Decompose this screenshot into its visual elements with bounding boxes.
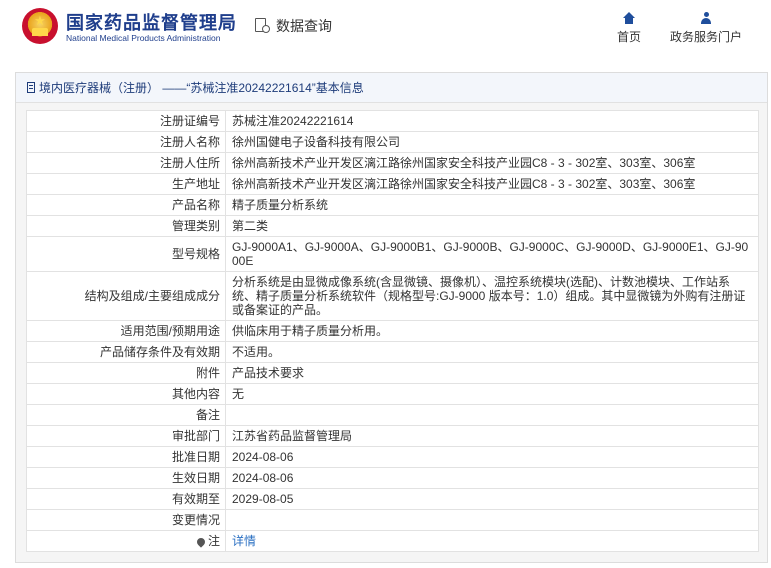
table-row: 变更情况 — [26, 509, 759, 531]
field-label: 注册人住所 — [26, 152, 226, 174]
info-table: 注册证编号 苏械注准20242221614 注册人名称 徐州国健电子设备科技有限公司注… — [26, 110, 759, 552]
table-row: 产品名称 精子质量分析系统 — [26, 194, 759, 216]
field-label: 型号规格 — [26, 236, 226, 272]
table-row: 审批部门 江苏省药品监督管理局 — [26, 425, 759, 447]
nav-home-label: 首页 — [617, 30, 642, 44]
field-value: 苏械注准20242221614 — [225, 110, 759, 132]
table-row: 备注 — [26, 404, 759, 426]
table-row: 其他内容无 — [26, 383, 759, 405]
field-value: 产品技术要求 — [225, 362, 759, 384]
field-value: GJ-9000A1、GJ-9000A、GJ-9000B1、GJ-9000B、GJ… — [225, 236, 759, 272]
field-value-note: 详情 — [225, 530, 759, 552]
field-label-note: 注 — [26, 530, 226, 552]
note-label: 注 — [207, 534, 220, 548]
table-row: 注册证编号 苏械注准20242221614 — [26, 110, 759, 132]
field-label: 注册证编号 — [26, 110, 226, 132]
nav-portal-label: 政务服务门户 — [670, 30, 743, 44]
field-label: 生产地址 — [26, 173, 226, 195]
document-icon — [27, 81, 37, 94]
detail-panel: 境内医疗器械（注册） ——“苏械注准20242221614”基本信息 注册证编号… — [15, 72, 768, 563]
pin-icon — [195, 536, 207, 548]
field-label: 产品储存条件及有效期 — [26, 341, 226, 363]
field-label: 变更情况 — [26, 509, 226, 531]
field-value: 供临床用于精子质量分析用。 — [225, 320, 759, 342]
field-value: 精子质量分析系统 — [225, 194, 759, 216]
field-label: 附件 — [26, 362, 226, 384]
nav-service-portal[interactable]: 政务服务门户 — [670, 12, 742, 45]
nav-home[interactable]: 首页 — [617, 12, 641, 45]
field-label: 注册人名称 — [26, 131, 226, 153]
data-query-link[interactable]: 数据查询 — [254, 16, 332, 36]
table-row: 管理类别 第二类 — [26, 215, 759, 237]
table-row: 型号规格 GJ-9000A1、GJ-9000A、GJ-9000B1、GJ-9000… — [26, 236, 759, 272]
home-icon — [623, 12, 635, 24]
national-emblem-logo: ★ — [22, 8, 58, 44]
field-label: 备注 — [26, 404, 226, 426]
table-row: 适用范围/预期用途 供临床用于精子质量分析用。 — [26, 320, 759, 342]
site-subtitle: National Medical Products Administration — [66, 33, 221, 43]
table-row: 产品储存条件及有效期 不适用。 — [26, 341, 759, 363]
field-value: 徐州国健电子设备科技有限公司 — [225, 131, 759, 153]
field-value — [225, 404, 759, 426]
field-label: 管理类别 — [26, 215, 226, 237]
table-row: 有效期至 2029-08-05 — [26, 488, 759, 510]
field-label: 审批部门 — [26, 425, 226, 447]
panel-title-text: 境内医疗器械（注册） ——“苏械注准20242221614”基本信息 — [39, 80, 364, 95]
table-row: 生效日期 2024-08-06 — [26, 467, 759, 489]
detail-link[interactable]: 详情 — [232, 534, 256, 548]
field-value: 2024-08-06 — [225, 446, 759, 468]
field-value: 无 — [225, 383, 759, 405]
field-label: 其他内容 — [26, 383, 226, 405]
field-value: 2024-08-06 — [225, 467, 759, 489]
user-icon — [700, 12, 712, 24]
field-label: 有效期至 — [26, 488, 226, 510]
field-value: 2029-08-05 — [225, 488, 759, 510]
site-header: ★ 国家药品监督管理局 National Medical Products Ad… — [0, 0, 771, 60]
table-row: 注册人住所 徐州高新技术产业开发区漓江路徐州国家安全科技产业园C8 - 3 - 3… — [26, 152, 759, 174]
data-query-label: 数据查询 — [276, 18, 332, 34]
field-value: 分析系统是由显微成像系统(含显微镜、摄像机）、温控系统模块(选配)、计数池模块、… — [225, 271, 759, 321]
field-value: 江苏省药品监督管理局 — [225, 425, 759, 447]
field-value: 不适用。 — [225, 341, 759, 363]
table-row: 批准日期 2024-08-06 — [26, 446, 759, 468]
table-row: 附件 产品技术要求 — [26, 362, 759, 384]
star-icon: ★ — [34, 13, 46, 28]
search-document-icon — [254, 17, 272, 35]
field-label: 批准日期 — [26, 446, 226, 468]
table-row: 生产地址 徐州高新技术产业开发区漓江路徐州国家安全科技产业园C8 - 3 - 30… — [26, 173, 759, 195]
field-value: 徐州高新技术产业开发区漓江路徐州国家安全科技产业园C8 - 3 - 302室、3… — [225, 173, 759, 195]
table-row: 注册人名称 徐州国健电子设备科技有限公司 — [26, 131, 759, 153]
field-label: 结构及组成/主要组成成分 — [26, 271, 226, 321]
table-row-note: 注详情 — [26, 530, 759, 552]
site-title: 国家药品监督管理局 — [66, 13, 237, 33]
field-label: 产品名称 — [26, 194, 226, 216]
panel-title: 境内医疗器械（注册） ——“苏械注准20242221614”基本信息 — [16, 73, 767, 103]
field-value: 徐州高新技术产业开发区漓江路徐州国家安全科技产业园C8 - 3 - 302室、3… — [225, 152, 759, 174]
field-label: 适用范围/预期用途 — [26, 320, 226, 342]
field-value: 第二类 — [225, 215, 759, 237]
field-label: 生效日期 — [26, 467, 226, 489]
field-value — [225, 509, 759, 531]
table-row: 结构及组成/主要组成成分 分析系统是由显微成像系统(含显微镜、摄像机）、温控系统模… — [26, 271, 759, 321]
